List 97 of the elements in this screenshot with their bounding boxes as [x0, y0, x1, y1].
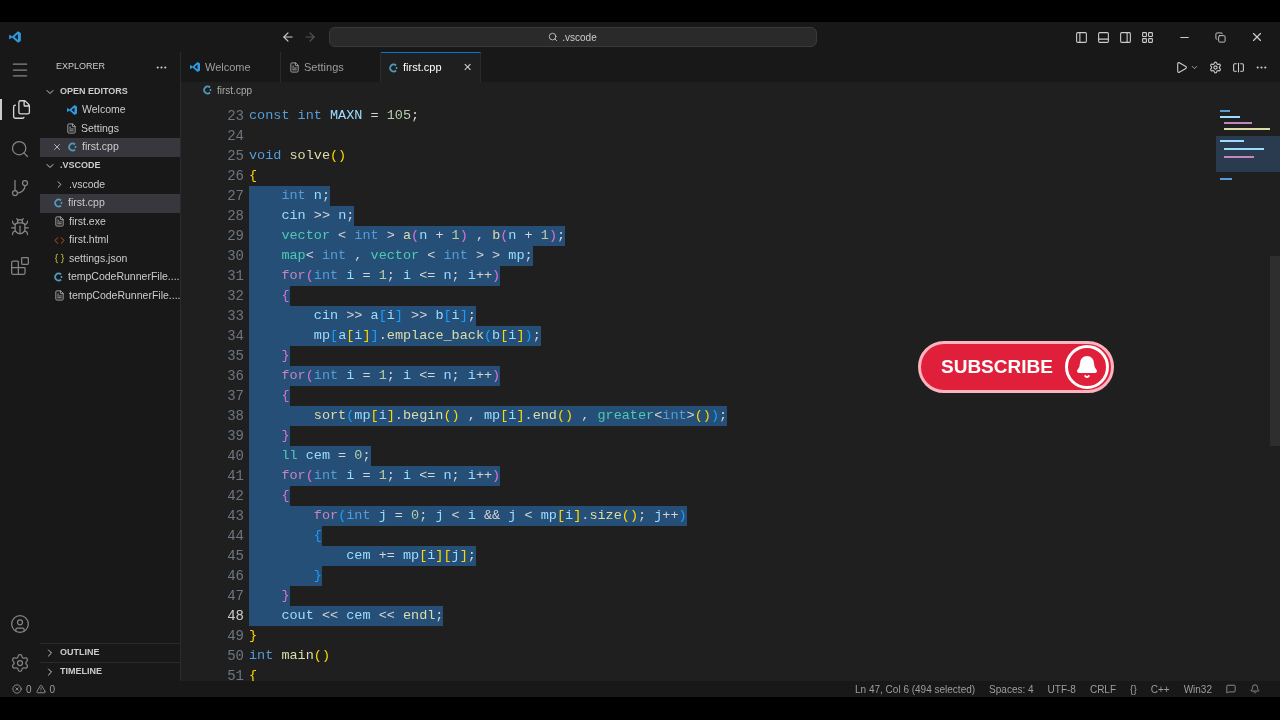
section-header[interactable]: TIMELINE: [60, 665, 102, 679]
search-icon: [548, 32, 559, 42]
line-number: 26: [227, 166, 244, 186]
close-icon[interactable]: [1250, 30, 1264, 44]
line-number: 29: [227, 226, 244, 246]
file-lines-icon: [54, 290, 65, 302]
file-item[interactable]: tempCodeRunnerFile....: [40, 286, 180, 305]
section-header[interactable]: .VSCODE: [60, 159, 101, 173]
line-number: 34: [227, 326, 244, 346]
subscribe-badge[interactable]: SUBSCRIBE: [918, 341, 1114, 393]
line-number: 39: [227, 426, 244, 446]
line-number: 23: [227, 106, 244, 126]
settings-icon[interactable]: [1209, 60, 1222, 74]
line-number: 40: [227, 446, 244, 466]
branch-icon[interactable]: [10, 178, 30, 198]
status-item[interactable]: Spaces: 4: [989, 681, 1034, 697]
file-lines-icon: [289, 61, 300, 73]
cpp-file-icon: [68, 142, 78, 153]
bell-icon[interactable]: [1250, 684, 1260, 694]
line-number: 35: [227, 346, 244, 366]
logo-icon: [66, 104, 78, 117]
files-icon[interactable]: [10, 99, 32, 120]
logo-icon: [189, 61, 201, 73]
close-icon[interactable]: [52, 142, 62, 153]
file-item[interactable]: tempCodeRunnerFile....: [40, 268, 180, 287]
tab-close[interactable]: ✕: [463, 59, 472, 76]
file-item[interactable]: first.cpp: [40, 138, 180, 157]
error-count[interactable]: 0: [26, 681, 32, 697]
layout-icon[interactable]: [1141, 30, 1154, 44]
status-item[interactable]: C++: [1150, 681, 1170, 697]
editor-tab[interactable]: first.cpp ✕: [381, 52, 481, 82]
file-item[interactable]: first.html: [40, 231, 180, 250]
cpp-file-icon: [54, 272, 64, 283]
subscribe-label: SUBSCRIBE: [941, 354, 1053, 379]
editor-tab[interactable]: Welcome: [181, 52, 281, 82]
breadcrumb[interactable]: first.cpp: [217, 82, 252, 98]
line-number: 46: [227, 566, 244, 586]
restore-icon[interactable]: [1215, 31, 1226, 43]
line-number: 38: [227, 406, 244, 426]
line-number: 27: [227, 186, 244, 206]
file-lines-icon: [54, 216, 65, 228]
secondary-sidebar-toggle-icon[interactable]: [1119, 30, 1132, 44]
file-item[interactable]: Welcome: [40, 101, 180, 120]
line-number: 44: [227, 526, 244, 546]
section-header[interactable]: OUTLINE: [60, 646, 100, 660]
line-number: 48: [227, 606, 244, 626]
line-number: 32: [227, 286, 244, 306]
sidebar-toggle-icon[interactable]: [1075, 30, 1088, 44]
section-header[interactable]: OPEN EDITORS: [60, 84, 128, 99]
file-item[interactable]: first.exe: [40, 212, 180, 231]
line-number: 33: [227, 306, 244, 326]
warning-count[interactable]: 0: [49, 681, 56, 697]
file-item[interactable]: .vscode: [40, 175, 180, 194]
line-number: 28: [227, 206, 244, 226]
line-number: 51: [227, 666, 244, 681]
cpp-file-icon: [54, 198, 64, 209]
sidebar-title: EXPLORER: [56, 60, 106, 74]
file-item[interactable]: settings.json: [40, 249, 180, 268]
status-item[interactable]: CRLF: [1089, 681, 1117, 697]
line-number: 43: [227, 506, 244, 526]
line-number: 36: [227, 366, 244, 386]
line-number: 30: [227, 246, 244, 266]
braces-icon: [54, 253, 65, 265]
file-lines-icon: [66, 123, 77, 135]
split-editor-icon[interactable]: [1232, 60, 1245, 74]
bell-icon: [1074, 355, 1099, 379]
cpp-file-icon: [203, 85, 213, 95]
search-field[interactable]: .vscode: [328, 27, 817, 47]
status-item[interactable]: Ln 47, Col 6 (494 selected): [855, 681, 976, 697]
cpp-file-icon: [389, 62, 399, 73]
status-item[interactable]: Win32: [1183, 681, 1212, 697]
line-number: 25: [227, 146, 244, 166]
line-number: 37: [227, 386, 244, 406]
status-item[interactable]: UTF-8: [1047, 681, 1076, 697]
line-number: 49: [227, 626, 244, 646]
file-item[interactable]: first.cpp: [40, 194, 180, 213]
line-number: 42: [227, 486, 244, 506]
logo-icon: [8, 30, 22, 44]
line-number: 47: [227, 586, 244, 606]
code-icon: [54, 234, 65, 246]
run-icon[interactable]: [1175, 60, 1188, 74]
status-item[interactable]: {}: [1130, 681, 1137, 697]
settings-icon[interactable]: [10, 653, 30, 673]
feedback-icon[interactable]: [1226, 684, 1236, 694]
panel-toggle-icon[interactable]: [1097, 30, 1110, 44]
file-item[interactable]: Settings: [40, 119, 180, 138]
bug-icon[interactable]: [10, 217, 30, 237]
line-number: 41: [227, 466, 244, 486]
extensions-icon[interactable]: [10, 256, 30, 276]
account-icon[interactable]: [10, 614, 30, 634]
warning-icon[interactable]: [35, 684, 46, 694]
line-number: 24: [227, 126, 244, 146]
error-icon[interactable]: [12, 684, 22, 694]
line-number: 50: [227, 646, 244, 666]
line-number: 45: [227, 546, 244, 566]
search-icon[interactable]: [10, 139, 30, 159]
line-number: 31: [227, 266, 244, 286]
